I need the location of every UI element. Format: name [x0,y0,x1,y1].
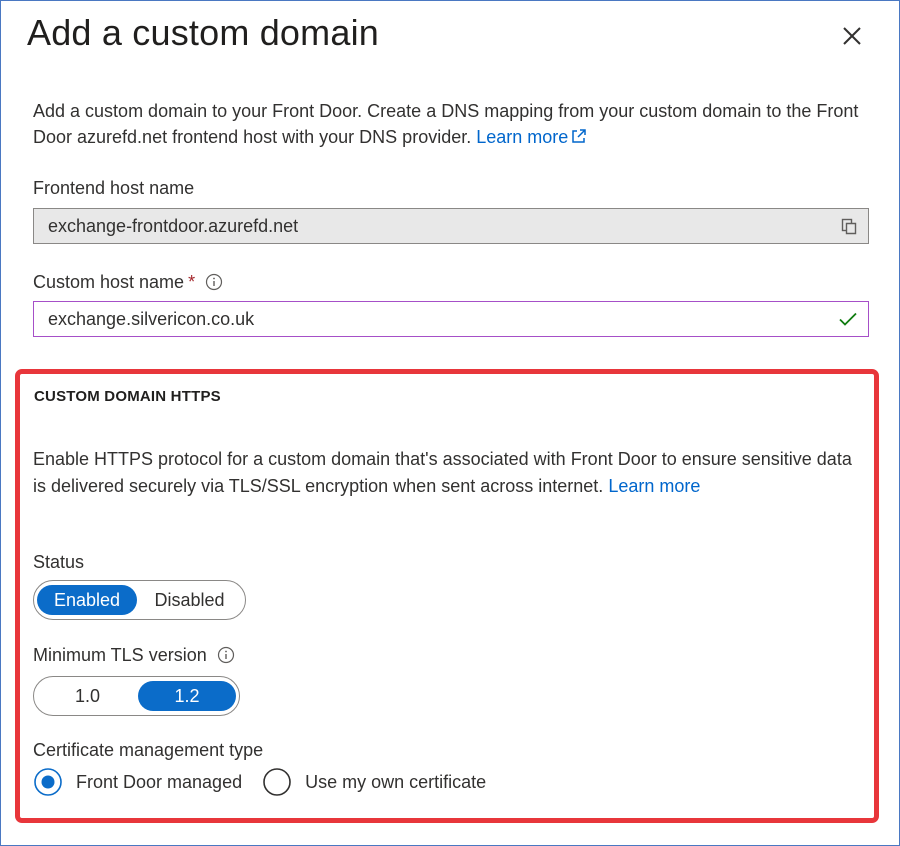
cert-radio-front-door-managed[interactable]: Front Door managed [33,767,242,797]
cert-radio-own-certificate[interactable]: Use my own certificate [262,767,486,797]
valid-indicator [838,310,858,333]
info-icon[interactable] [205,273,223,291]
copy-button[interactable] [840,217,858,240]
cert-option-own-certificate-label: Use my own certificate [305,771,487,792]
intro-text: Add a custom domain to your Front Door. … [33,101,859,147]
tls-toggle[interactable]: 1.0 1.2 [33,676,240,716]
frontend-host-label: Frontend host name [33,178,195,198]
frontend-host-field[interactable]: exchange-frontdoor.azurefd.net [33,208,869,244]
status-enabled-option[interactable]: Enabled [37,585,138,615]
https-section-heading: CUSTOM DOMAIN HTTPS [34,388,221,405]
required-indicator: * [188,272,196,292]
close-button[interactable] [836,20,868,52]
cert-option-front-door-managed-label: Front Door managed [76,771,243,792]
tls-label: Minimum TLS version [33,645,207,665]
tls-label-row: Minimum TLS version [33,645,235,666]
custom-host-field[interactable] [33,301,869,337]
learn-more-link[interactable]: Learn more [476,127,587,147]
info-icon[interactable] [217,646,235,664]
custom-host-input[interactable] [48,308,854,330]
learn-more-label: Learn more [476,127,569,147]
https-description: Enable HTTPS protocol for a custom domai… [33,446,863,499]
https-description-text: Enable HTTPS protocol for a custom domai… [33,449,852,496]
external-link-icon [572,129,587,143]
dialog-title: Add a custom domain [27,12,379,53]
cert-type-radio-group: Front Door managed Use my own certificat… [33,767,486,797]
status-toggle[interactable]: Enabled Disabled [33,580,246,620]
checkmark-icon [839,312,857,326]
tls-option-1-2[interactable]: 1.2 [138,681,236,711]
status-disabled-option[interactable]: Disabled [137,585,242,615]
radio-selected-icon [34,768,62,796]
copy-icon [841,218,857,235]
cert-type-label: Certificate management type [33,740,264,760]
tls-option-1-0[interactable]: 1.0 [37,681,138,711]
https-learn-more-link[interactable]: Learn more [608,476,700,496]
radio-unselected-icon [263,768,291,796]
status-label: Status [33,552,85,572]
frontend-host-value: exchange-frontdoor.azurefd.net [48,215,299,236]
close-icon [843,27,861,45]
dialog-intro: Add a custom domain to your Front Door. … [33,98,873,150]
custom-host-label-row: Custom host name * [33,272,223,293]
custom-host-label: Custom host name [33,272,185,292]
